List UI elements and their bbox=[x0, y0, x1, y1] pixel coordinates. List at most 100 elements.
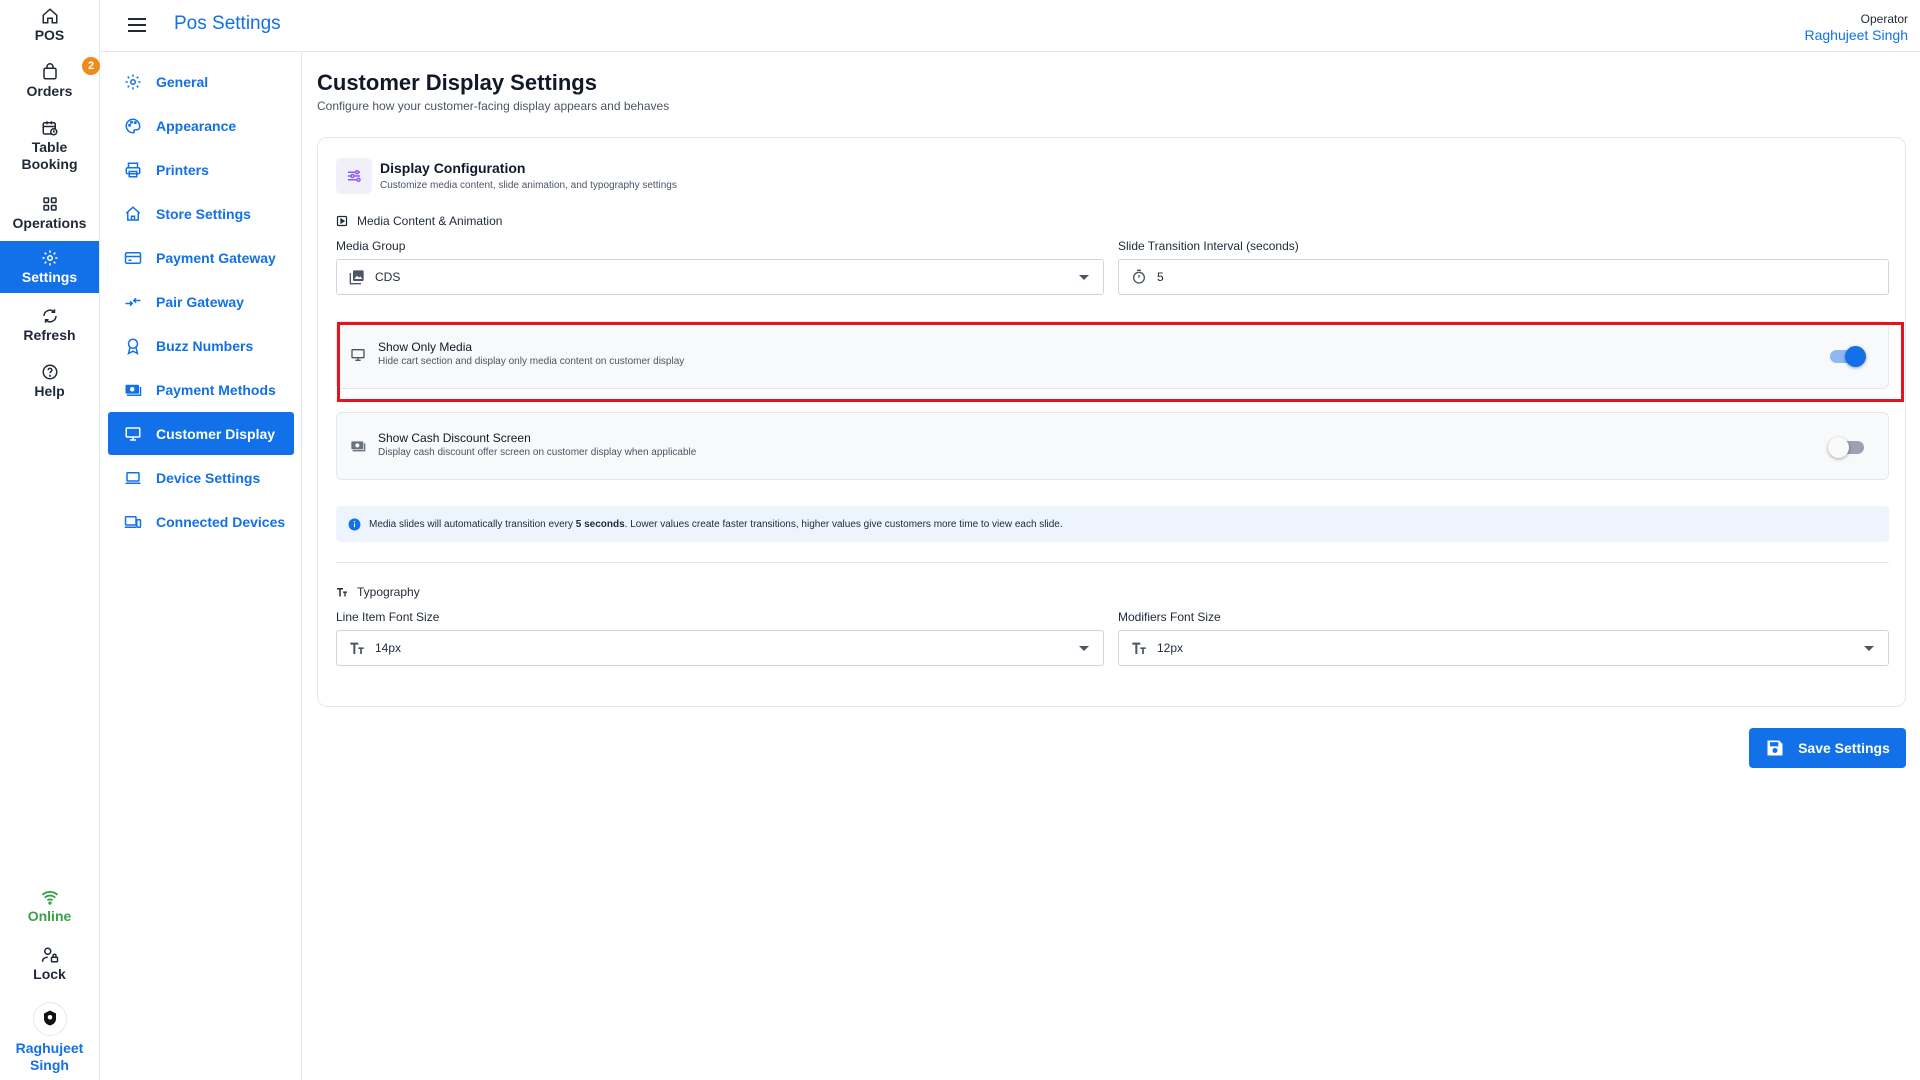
modifiers-font-value: 12px bbox=[1157, 641, 1184, 655]
rail-orders-label: Orders bbox=[26, 82, 73, 99]
rail-operations-label: Operations bbox=[12, 214, 87, 231]
media-section-label: Media Content & Animation bbox=[336, 214, 502, 228]
card-subtitle: Customize media content, slide animation… bbox=[380, 180, 677, 191]
nav-item-pair-gateway[interactable]: Pair Gateway bbox=[108, 280, 294, 323]
media-group-select[interactable]: CDS bbox=[336, 259, 1104, 295]
cash-icon bbox=[351, 441, 366, 452]
rail-pos[interactable]: POS bbox=[0, 6, 99, 44]
typography-section-text: Typography bbox=[357, 585, 420, 599]
pair-icon bbox=[125, 297, 141, 306]
interval-input[interactable]: 5 bbox=[1118, 259, 1889, 295]
calendar-clock-icon bbox=[42, 121, 57, 136]
gear-icon bbox=[42, 250, 57, 265]
card-title: Display Configuration bbox=[380, 160, 526, 176]
text-size-icon bbox=[337, 588, 347, 597]
main-content: Customer Display Settings Configure how … bbox=[317, 52, 1906, 1080]
nav-item-general[interactable]: General bbox=[108, 60, 294, 103]
refresh-icon bbox=[42, 308, 57, 323]
page-subtitle: Configure how your customer-facing displ… bbox=[317, 99, 670, 113]
page-title: Customer Display Settings bbox=[317, 70, 597, 95]
monitor-icon bbox=[351, 349, 365, 361]
badge-icon bbox=[127, 338, 139, 355]
media-section-text: Media Content & Animation bbox=[357, 214, 503, 228]
palette-icon bbox=[125, 117, 141, 134]
operator-name[interactable]: Raghujeet Singh bbox=[1804, 27, 1908, 43]
save-settings-button[interactable]: Save Settings bbox=[1749, 728, 1906, 768]
section-divider bbox=[336, 562, 1889, 563]
sliders-icon bbox=[336, 158, 372, 194]
nav-item-payment-gateway[interactable]: Payment Gateway bbox=[108, 236, 294, 279]
text-size-icon bbox=[350, 642, 364, 654]
rail-lock-label: Lock bbox=[33, 965, 66, 982]
avatar bbox=[32, 1002, 67, 1036]
rail-settings-label: Settings bbox=[21, 268, 78, 285]
nav-item-label: Payment Methods bbox=[156, 381, 276, 398]
rail-help-label: Help bbox=[34, 382, 65, 399]
nav-item-connected-devices[interactable]: Connected Devices bbox=[108, 500, 294, 543]
wifi-icon bbox=[41, 890, 58, 905]
media-group-label: Media Group bbox=[336, 239, 406, 253]
line-item-font-select[interactable]: 14px bbox=[336, 630, 1104, 666]
photo-library-icon bbox=[349, 270, 364, 285]
nav-item-device-settings[interactable]: Device Settings bbox=[108, 456, 294, 499]
top-bar: Pos Settings Operator Raghujeet Singh bbox=[100, 0, 1920, 52]
save-icon bbox=[1767, 740, 1783, 756]
main-rail: POS Orders 2 Table Booking Operations Se… bbox=[0, 0, 100, 1080]
card-icon bbox=[124, 251, 142, 264]
show-cash-discount-title: Show Cash Discount Screen bbox=[378, 431, 531, 445]
nav-item-label: Payment Gateway bbox=[156, 249, 276, 266]
nav-item-appearance[interactable]: Appearance bbox=[108, 104, 294, 147]
hamburger-menu-icon[interactable] bbox=[128, 16, 148, 34]
chevron-down-icon bbox=[1079, 275, 1089, 280]
orders-count-badge: 2 bbox=[82, 57, 100, 75]
typography-section-label: Typography bbox=[336, 585, 420, 599]
show-cash-discount-row: Show Cash Discount Screen Display cash d… bbox=[336, 412, 1889, 480]
brand-logo-icon bbox=[43, 1010, 56, 1026]
shopping-bag-icon bbox=[42, 62, 57, 79]
nav-item-label: Pair Gateway bbox=[156, 293, 244, 310]
rail-user-name-2: Singh bbox=[30, 1057, 69, 1073]
nav-item-payment-methods[interactable]: Payment Methods bbox=[108, 368, 294, 411]
info-text-bold: 5 seconds bbox=[575, 518, 625, 530]
info-icon bbox=[348, 518, 361, 530]
rail-help[interactable]: Help bbox=[0, 362, 99, 400]
nav-item-customer-display[interactable]: Customer Display bbox=[108, 412, 294, 455]
chevron-down-icon bbox=[1079, 646, 1089, 651]
gear-icon bbox=[125, 74, 141, 89]
help-icon bbox=[42, 364, 57, 379]
show-cash-discount-subtitle: Display cash discount offer screen on cu… bbox=[378, 447, 697, 458]
show-cash-discount-toggle[interactable] bbox=[1828, 436, 1866, 458]
rail-lock[interactable]: Lock bbox=[0, 944, 99, 984]
interval-label: Slide Transition Interval (seconds) bbox=[1118, 239, 1299, 253]
nav-item-store-settings[interactable]: Store Settings bbox=[108, 192, 294, 235]
rail-settings[interactable]: Settings bbox=[0, 241, 99, 293]
rail-operations[interactable]: Operations bbox=[0, 194, 99, 232]
line-item-font-value: 14px bbox=[375, 641, 402, 655]
rail-user-profile[interactable]: Raghujeet Singh bbox=[0, 1000, 99, 1076]
page-header-title: Pos Settings bbox=[174, 13, 281, 34]
nav-item-label: Buzz Numbers bbox=[156, 337, 254, 354]
nav-item-label: Connected Devices bbox=[156, 513, 286, 530]
nav-item-label: Customer Display bbox=[156, 425, 276, 442]
nav-item-label: Printers bbox=[156, 161, 209, 178]
modifiers-font-select[interactable]: 12px bbox=[1118, 630, 1889, 666]
rail-table-label-1: Table bbox=[31, 139, 68, 155]
grid-icon bbox=[42, 196, 57, 211]
rail-pos-label: POS bbox=[34, 26, 65, 43]
show-only-media-row: Show Only Media Hide cart section and di… bbox=[336, 321, 1889, 389]
rail-refresh[interactable]: Refresh bbox=[0, 306, 99, 344]
show-only-media-subtitle: Hide cart section and display only media… bbox=[378, 356, 685, 367]
nav-item-buzz-numbers[interactable]: Buzz Numbers bbox=[108, 324, 294, 367]
operator-info: Operator Raghujeet Singh bbox=[1804, 12, 1908, 43]
nav-item-label: Store Settings bbox=[156, 205, 251, 222]
laptop-icon bbox=[125, 471, 141, 484]
rail-table-booking[interactable]: Table Booking bbox=[0, 118, 99, 174]
show-only-media-toggle[interactable] bbox=[1828, 345, 1866, 367]
rail-user-name-1: Raghujeet bbox=[15, 1040, 84, 1056]
nav-item-printers[interactable]: Printers bbox=[108, 148, 294, 191]
play-box-icon bbox=[336, 215, 348, 227]
cash-icon bbox=[125, 384, 142, 396]
rail-refresh-label: Refresh bbox=[23, 326, 76, 343]
media-group-value: CDS bbox=[375, 270, 401, 284]
timer-icon bbox=[1133, 269, 1145, 284]
